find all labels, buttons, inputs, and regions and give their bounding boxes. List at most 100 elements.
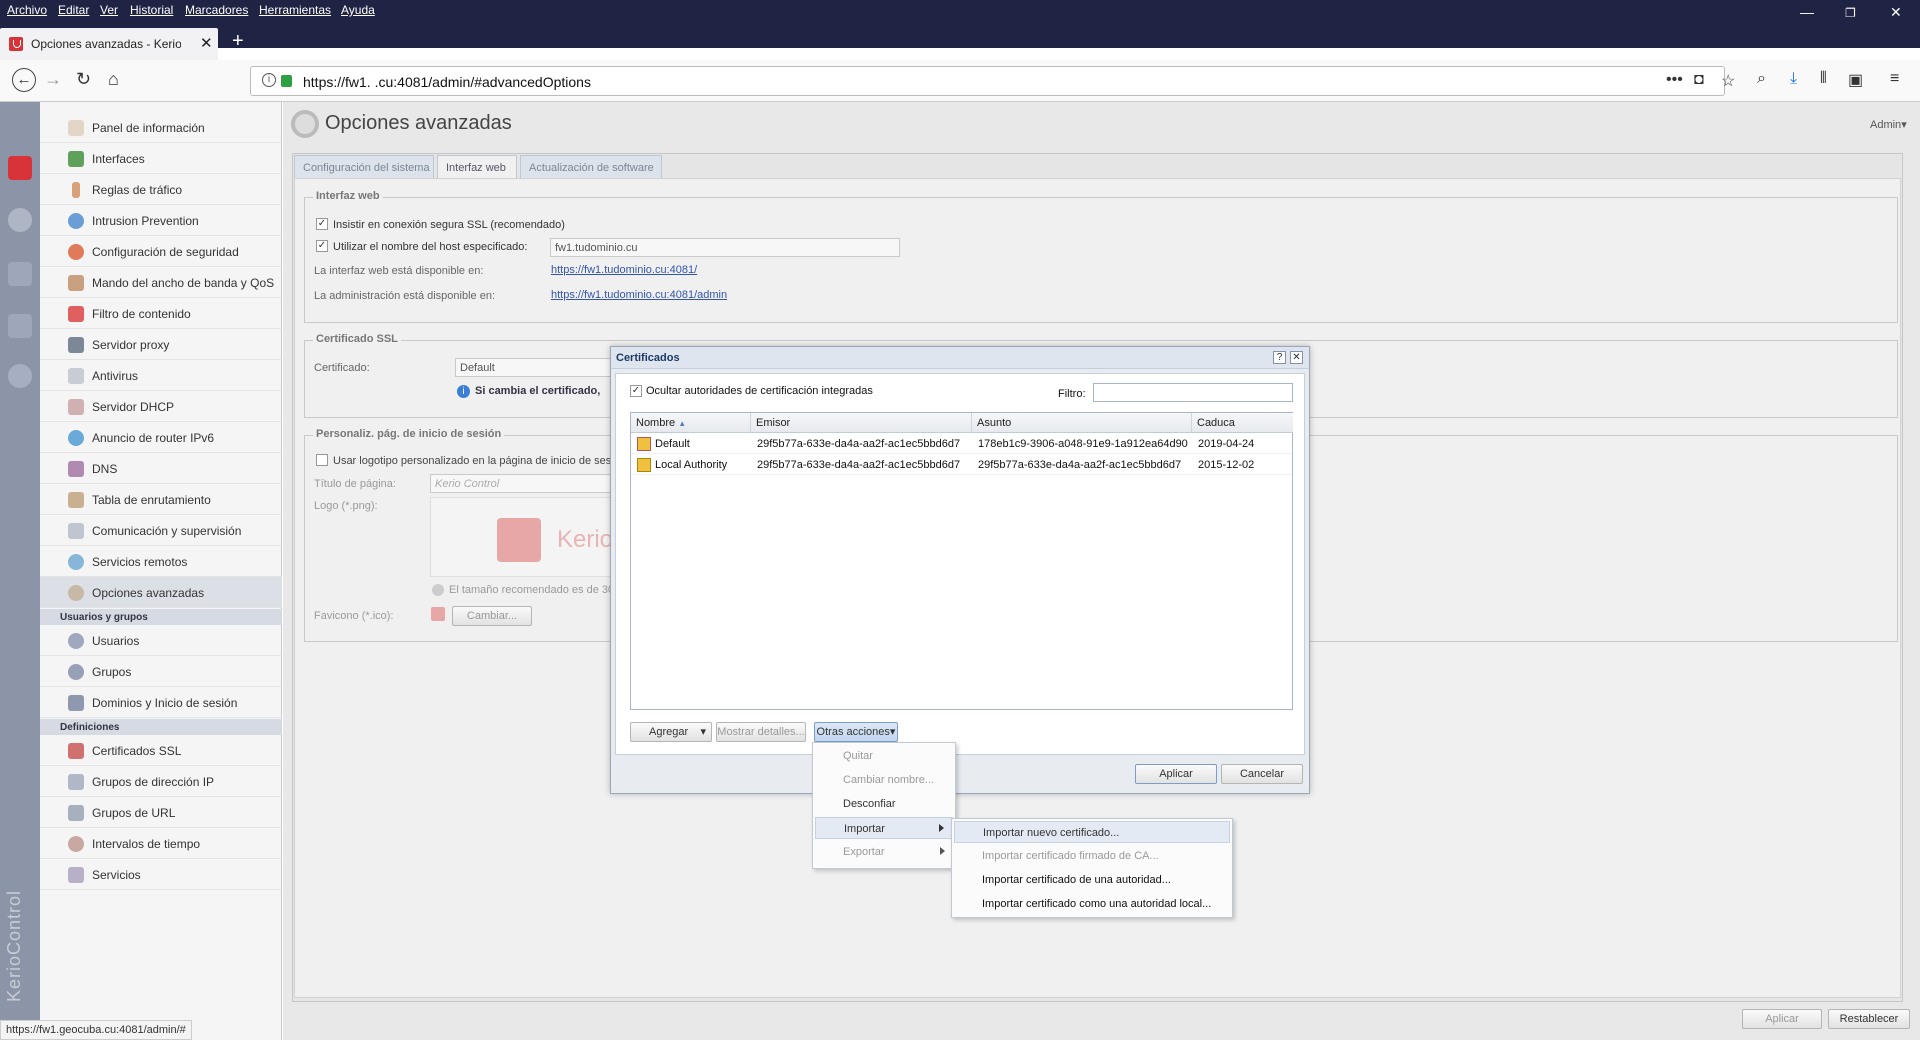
- sidebar-item-remote[interactable]: Servicios remotos: [40, 546, 282, 577]
- host-input[interactable]: fw1.tudominio.cu: [550, 238, 900, 257]
- tab-software-update[interactable]: Actualización de software: [520, 155, 662, 179]
- sidebar-item-groups[interactable]: Grupos: [40, 656, 282, 687]
- download-icon[interactable]: ⤓: [1790, 70, 1797, 88]
- sidebar-item-dashboard[interactable]: Panel de información: [40, 112, 282, 143]
- help-icon[interactable]: ?: [1273, 351, 1286, 364]
- library-icon[interactable]: ⫴: [1820, 70, 1827, 88]
- admin-link[interactable]: https://fw1.tudominio.cu:4081/admin: [551, 289, 727, 301]
- new-tab-icon[interactable]: +: [232, 30, 244, 53]
- close-window-icon[interactable]: ✕: [1890, 4, 1902, 21]
- sidebar-item-users[interactable]: Usuarios: [40, 625, 282, 656]
- menu-item-distrust[interactable]: Desconfiar: [815, 793, 953, 815]
- reset-button[interactable]: Restablecer: [1828, 1009, 1910, 1029]
- url-text[interactable]: https://fw1. .cu:4081/admin/#advancedOpt…: [303, 74, 591, 90]
- minimize-icon[interactable]: —: [1800, 4, 1814, 20]
- url-bar[interactable]: i https://fw1. .cu:4081/admin/#advancedO…: [250, 66, 1735, 96]
- sidebar-item-interfaces[interactable]: Interfaces: [40, 143, 282, 174]
- tab-system-config[interactable]: Configuración del sistema: [294, 155, 434, 179]
- status-icon[interactable]: [8, 364, 32, 388]
- menu-ver[interactable]: Ver: [100, 3, 118, 17]
- dialog-cancel-button[interactable]: Cancelar: [1221, 764, 1303, 784]
- sidebar-item-bandwidth[interactable]: Mando del ancho de banda y QoS: [40, 267, 282, 298]
- menu-historial[interactable]: Historial: [130, 3, 173, 17]
- statistics-icon[interactable]: [8, 262, 32, 286]
- menu-item-rename[interactable]: Cambiar nombre...: [815, 769, 953, 791]
- sidebar-item-domains[interactable]: Dominios y Inicio de sesión: [40, 687, 282, 718]
- menu-item-import[interactable]: Importar: [815, 817, 953, 839]
- submenu-arrow-icon: [939, 824, 944, 832]
- kerio-logo-icon[interactable]: [8, 156, 32, 180]
- restore-icon[interactable]: ❐: [1845, 6, 1856, 20]
- tab-web-interface[interactable]: Interfaz web: [437, 155, 517, 180]
- menu-herramientas[interactable]: Herramientas: [259, 3, 331, 17]
- col-issuer[interactable]: Emisor: [751, 413, 972, 433]
- sidebar-item-advanced[interactable]: Opciones avanzadas: [40, 577, 282, 608]
- close-tab-icon[interactable]: ✕: [200, 34, 213, 52]
- menu-item-remove[interactable]: Quitar: [815, 745, 953, 767]
- hide-authorities-checkbox[interactable]: ✓: [630, 385, 642, 397]
- import-authority-cert[interactable]: Importar certificado de una autoridad...: [954, 869, 1230, 891]
- forward-icon[interactable]: →: [44, 69, 62, 90]
- browser-tab[interactable]: Opciones avanzadas - Kerio Control ✕: [0, 28, 218, 60]
- admin-menu[interactable]: Admin▾: [1870, 118, 1907, 131]
- cert-warning: Si cambia el certificado,: [475, 385, 601, 397]
- kerio-favicon-icon: [9, 37, 23, 51]
- sidebar-item-proxy[interactable]: Servidor proxy: [40, 329, 282, 360]
- page-actions-icon[interactable]: •••: [1666, 71, 1683, 89]
- web-link[interactable]: https://fw1.tudominio.cu:4081/: [551, 264, 697, 276]
- menu-marcadores[interactable]: Marcadores: [185, 3, 248, 17]
- logs-icon[interactable]: [8, 314, 32, 338]
- sidebar-item-content-filter[interactable]: Filtro de contenido: [40, 298, 282, 329]
- sidebar-item-ipv6[interactable]: Anuncio de router IPv6: [40, 422, 282, 453]
- sidebar-item-url-groups[interactable]: Grupos de URL: [40, 797, 282, 828]
- host-checkbox[interactable]: ✓: [316, 240, 328, 252]
- sidebar-item-time-ranges[interactable]: Intervalos de tiempo: [40, 828, 282, 859]
- page-title-input[interactable]: Kerio Control: [430, 474, 615, 493]
- sidebar-toggle-icon[interactable]: ▣: [1848, 70, 1863, 90]
- import-local-authority-cert[interactable]: Importar certificado como una autoridad …: [954, 893, 1230, 915]
- sidebar-item-traffic-rules[interactable]: Reglas de tráfico: [40, 174, 282, 205]
- table-row[interactable]: Local Authority 29f5b77a-633e-da4a-aa2f-…: [631, 455, 1292, 475]
- dialog-apply-button[interactable]: Aplicar: [1135, 764, 1217, 784]
- import-ca-signed-cert[interactable]: Importar certificado firmado de CA...: [954, 845, 1230, 867]
- menu-ayuda[interactable]: Ayuda: [341, 3, 375, 17]
- home-icon[interactable]: ⌂: [108, 69, 119, 90]
- menu-editar[interactable]: Editar: [58, 3, 89, 17]
- menu-archivo[interactable]: Archivo: [7, 3, 47, 17]
- apply-button[interactable]: Aplicar: [1742, 1009, 1822, 1029]
- add-button[interactable]: Agregar ▾: [630, 722, 712, 742]
- sidebar-item-services[interactable]: Servicios: [40, 859, 282, 890]
- sidebar-item-intrusion[interactable]: Intrusion Prevention: [40, 205, 282, 236]
- pocket-icon[interactable]: ◘: [1694, 71, 1704, 89]
- filter-input[interactable]: [1093, 383, 1293, 402]
- other-actions-button[interactable]: Otras acciones▾: [814, 722, 898, 742]
- hamburger-menu-icon[interactable]: ≡: [1890, 70, 1899, 88]
- back-icon[interactable]: ←: [12, 68, 36, 92]
- col-subject[interactable]: Asunto: [972, 413, 1192, 433]
- sidebar-item-dns[interactable]: DNS: [40, 453, 282, 484]
- sidebar-item-dhcp[interactable]: Servidor DHCP: [40, 391, 282, 422]
- search-icon[interactable]: ⌕: [1757, 70, 1766, 88]
- logo-checkbox[interactable]: [316, 454, 328, 466]
- table-row[interactable]: Default 29f5b77a-633e-da4a-aa2f-ac1ec5bb…: [631, 434, 1292, 454]
- col-name[interactable]: Nombre ▲: [631, 413, 751, 433]
- info-icon[interactable]: i: [262, 73, 276, 87]
- sidebar-item-antivirus[interactable]: Antivirus: [40, 360, 282, 391]
- sidebar-item-communication[interactable]: Comunicación y supervisión: [40, 515, 282, 546]
- close-dialog-icon[interactable]: ✕: [1290, 351, 1303, 364]
- bookmark-star-icon[interactable]: ☆: [1721, 71, 1735, 91]
- change-favicon-button[interactable]: Cambiar...: [452, 606, 532, 626]
- settings-gear-icon[interactable]: [8, 208, 32, 232]
- sidebar-item-ssl-certs[interactable]: Certificados SSL: [40, 735, 282, 766]
- sidebar-item-routing[interactable]: Tabla de enrutamiento: [40, 484, 282, 515]
- show-details-button[interactable]: Mostrar detalles...: [716, 722, 806, 742]
- sidebar-item-ip-groups[interactable]: Grupos de dirección IP: [40, 766, 282, 797]
- favicon-label: Favicono (*.ico):: [314, 610, 394, 622]
- ssl-checkbox[interactable]: ✓: [316, 218, 328, 230]
- import-new-cert[interactable]: Importar nuevo certificado...: [954, 821, 1230, 843]
- menu-item-export[interactable]: Exportar: [815, 841, 953, 863]
- cert-select[interactable]: Default: [455, 358, 615, 377]
- sidebar-item-security[interactable]: Configuración de seguridad: [40, 236, 282, 267]
- reload-icon[interactable]: ↻: [76, 69, 91, 90]
- col-expires[interactable]: Caduca: [1192, 413, 1293, 433]
